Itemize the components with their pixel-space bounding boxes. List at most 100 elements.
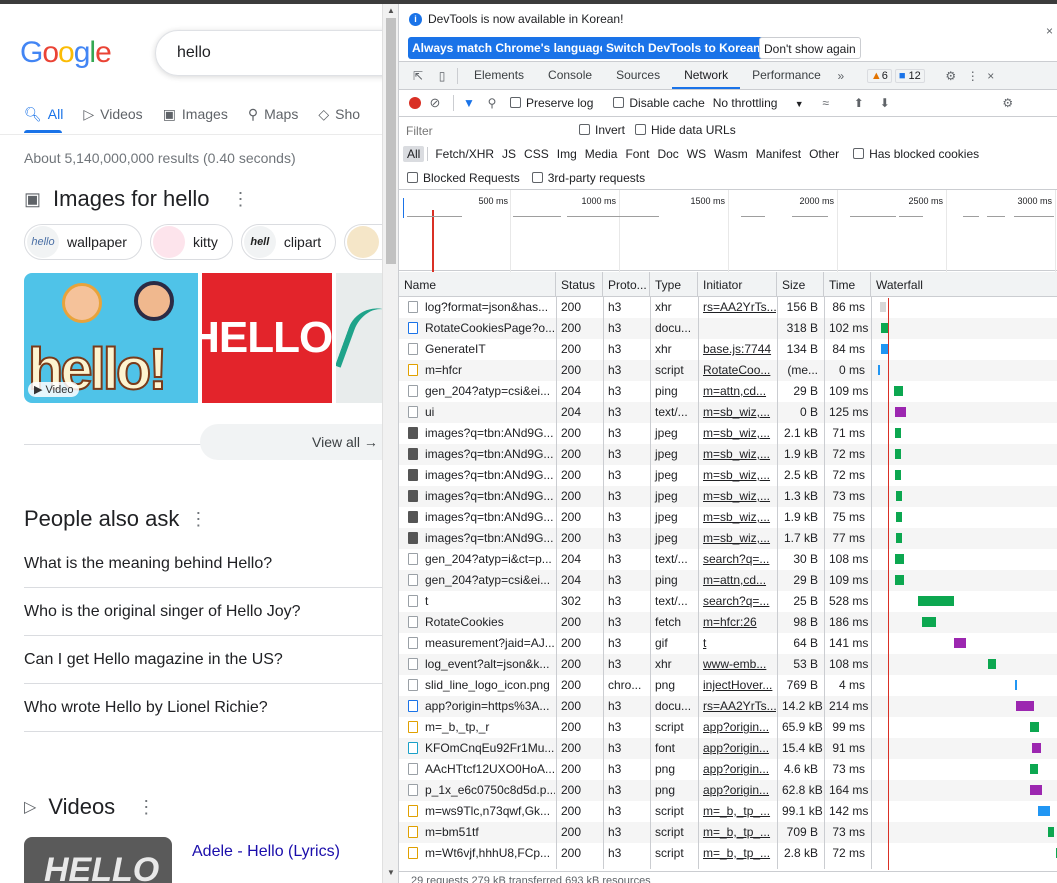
request-initiator[interactable]: m=sb_wiz,... xyxy=(698,444,776,465)
network-overview[interactable]: 500 ms 1000 ms 1500 ms 2000 ms 2500 ms 3… xyxy=(399,189,1057,272)
more-options-icon[interactable]: ⋮ xyxy=(137,797,155,818)
request-name[interactable]: gen_204?atyp=csi&ei... xyxy=(399,570,555,591)
request-initiator[interactable]: base.js:7744 xyxy=(698,339,776,360)
request-name[interactable]: RotateCookies xyxy=(399,612,555,633)
column-initiator[interactable]: Initiator xyxy=(698,272,777,297)
request-name[interactable]: measurement?jaid=AJ... xyxy=(399,633,555,654)
tab-performance[interactable]: Performance xyxy=(740,62,833,89)
import-har-icon[interactable]: ⬆ xyxy=(846,96,872,110)
close-infobar-icon[interactable]: × xyxy=(1046,24,1053,38)
table-row[interactable]: gen_204?atyp=i&ct=p... 204 h3 text/... searc… xyxy=(399,549,1057,570)
tab-all[interactable]: 🔍︎ All xyxy=(24,104,63,124)
filter-icon[interactable]: ▼ xyxy=(458,96,480,110)
network-conditions-icon[interactable]: ≈ xyxy=(812,96,840,110)
table-row[interactable]: GenerateIT 200 h3 xhr base.js:7744 134 B 84 ms xyxy=(399,339,1057,360)
close-devtools-icon[interactable]: × xyxy=(983,69,999,83)
throttling-select[interactable]: No throttling ▼ xyxy=(713,96,804,110)
request-name[interactable]: m=ws9Tlc,n73qwf,Gk... xyxy=(399,801,555,822)
table-row[interactable]: images?q=tbn:ANd9G... 200 h3 jpeg m=sb_wiz,.… xyxy=(399,507,1057,528)
tab-images[interactable]: ▣ Images xyxy=(163,104,228,124)
column-type[interactable]: Type xyxy=(650,272,698,297)
request-initiator[interactable]: m=sb_wiz,... xyxy=(698,423,776,444)
table-row[interactable]: log?format=json&has... 200 h3 xhr rs=AA2YrTs… xyxy=(399,297,1057,318)
inspect-element-icon[interactable]: ⇱ xyxy=(405,69,431,83)
request-initiator[interactable]: m=_b,_tp_... xyxy=(698,801,776,822)
request-name[interactable]: images?q=tbn:ANd9G... xyxy=(399,465,555,486)
paa-question[interactable]: Who is the original singer of Hello Joy? xyxy=(24,588,382,636)
video-thumbnail[interactable]: HELLO xyxy=(24,837,172,883)
hide-data-urls-checkbox[interactable]: Hide data URLs xyxy=(635,123,736,137)
request-name[interactable]: images?q=tbn:ANd9G... xyxy=(399,528,555,549)
table-row[interactable]: t 302 h3 text/... search?q=... 25 B 528 ms xyxy=(399,591,1057,612)
request-name[interactable]: app?origin=https%3A... xyxy=(399,696,555,717)
type-ws[interactable]: WS xyxy=(683,146,710,162)
request-initiator[interactable] xyxy=(698,318,776,339)
warnings-badge[interactable]: ▲6 xyxy=(866,68,892,83)
request-name[interactable]: RotateCookiesPage?o... xyxy=(399,318,555,339)
request-initiator[interactable]: m=hfcr:26 xyxy=(698,612,776,633)
search-input[interactable]: hello xyxy=(155,30,382,76)
page-scrollbar[interactable]: ▲ ▼ xyxy=(382,4,398,883)
google-logo[interactable]: Google xyxy=(20,36,112,70)
request-initiator[interactable]: m=attn,cd... xyxy=(698,570,776,591)
request-name[interactable]: m=Wt6vjf,hhhU8,FCp... xyxy=(399,843,555,864)
scroll-down-icon[interactable]: ▼ xyxy=(387,868,395,877)
request-name[interactable]: images?q=tbn:ANd9G... xyxy=(399,486,555,507)
request-initiator[interactable]: search?q=... xyxy=(698,591,776,612)
preserve-log-checkbox[interactable]: Preserve log xyxy=(510,96,593,110)
table-row[interactable]: m=ws9Tlc,n73qwf,Gk... 200 h3 script m=_b,_tp… xyxy=(399,801,1057,822)
type-js[interactable]: JS xyxy=(498,146,520,162)
table-row[interactable]: m=Wt6vjf,hhhU8,FCp... 200 h3 script m=_b,_tp… xyxy=(399,843,1057,864)
type-font[interactable]: Font xyxy=(621,146,653,162)
blocked-cookies-checkbox[interactable]: Has blocked cookies xyxy=(853,147,979,161)
table-row[interactable]: images?q=tbn:ANd9G... 200 h3 jpeg m=sb_wiz,.… xyxy=(399,465,1057,486)
type-fetch-xhr[interactable]: Fetch/XHR xyxy=(431,146,498,162)
request-initiator[interactable]: app?origin... xyxy=(698,759,776,780)
table-row[interactable]: images?q=tbn:ANd9G... 200 h3 jpeg m=sb_wiz,.… xyxy=(399,486,1057,507)
table-row[interactable]: app?origin=https%3A... 200 h3 docu... rs=AA2… xyxy=(399,696,1057,717)
request-name[interactable]: slid_line_logo_icon.png xyxy=(399,675,555,696)
type-img[interactable]: Img xyxy=(553,146,581,162)
tab-elements[interactable]: Elements xyxy=(462,62,536,89)
request-name[interactable]: images?q=tbn:ANd9G... xyxy=(399,507,555,528)
request-initiator[interactable]: m=attn,cd... xyxy=(698,381,776,402)
export-har-icon[interactable]: ⬇ xyxy=(872,96,898,110)
chip-cute[interactable]: cu xyxy=(344,224,382,260)
network-settings-icon[interactable]: ⚙ xyxy=(998,96,1018,110)
column-status[interactable]: Status xyxy=(556,272,603,297)
request-initiator[interactable]: m=sb_wiz,... xyxy=(698,486,776,507)
request-initiator[interactable]: t xyxy=(698,633,776,654)
table-row[interactable]: gen_204?atyp=csi&ei... 204 h3 ping m=attn,cd… xyxy=(399,570,1057,591)
clear-icon[interactable]: ⊘ xyxy=(421,95,449,111)
chip-clipart[interactable]: hell clipart xyxy=(240,224,337,260)
column-waterfall[interactable]: Waterfall xyxy=(871,272,1057,297)
request-initiator[interactable]: m=_b,_tp_... xyxy=(698,822,776,843)
paa-question[interactable]: What is the meaning behind Hello? xyxy=(24,540,382,588)
request-name[interactable]: log?format=json&has... xyxy=(399,297,555,318)
blocked-requests-checkbox[interactable]: Blocked Requests xyxy=(407,171,520,185)
record-icon[interactable] xyxy=(409,97,421,109)
chip-wallpaper[interactable]: hello wallpaper xyxy=(24,224,142,260)
request-name[interactable]: GenerateIT xyxy=(399,339,555,360)
more-options-icon[interactable]: ⋮ xyxy=(189,509,207,530)
type-other[interactable]: Other xyxy=(805,146,843,162)
request-name[interactable]: gen_204?atyp=i&ct=p... xyxy=(399,549,555,570)
type-css[interactable]: CSS xyxy=(520,146,553,162)
menu-icon[interactable]: ⋮ xyxy=(963,69,983,83)
image-result[interactable]: HELLO! xyxy=(202,273,332,403)
column-protocol[interactable]: Proto... xyxy=(603,272,650,297)
video-title-link[interactable]: Adele - Hello (Lyrics) xyxy=(192,843,340,861)
table-row[interactable]: m=bm51tf 200 h3 script m=_b,_tp_... 709 B 73 m… xyxy=(399,822,1057,843)
request-name[interactable]: log_event?alt=json&k... xyxy=(399,654,555,675)
table-row[interactable]: images?q=tbn:ANd9G... 200 h3 jpeg m=sb_wiz,.… xyxy=(399,444,1057,465)
request-initiator[interactable]: app?origin... xyxy=(698,780,776,801)
request-name[interactable]: KFOmCnqEu92Fr1Mu... xyxy=(399,738,555,759)
request-name[interactable]: AAcHTtcf12UXO0HoA... xyxy=(399,759,555,780)
request-initiator[interactable]: m=_b,_tp_... xyxy=(698,843,776,864)
dont-show-again-button[interactable]: Don't show again xyxy=(759,37,861,59)
tab-network[interactable]: Network xyxy=(672,62,741,89)
messages-badge[interactable]: ■ 12 xyxy=(894,68,925,83)
request-name[interactable]: m=hfcr xyxy=(399,360,555,381)
tab-console[interactable]: Console xyxy=(536,62,604,89)
request-initiator[interactable]: rs=AA2YrTs... xyxy=(698,696,776,717)
